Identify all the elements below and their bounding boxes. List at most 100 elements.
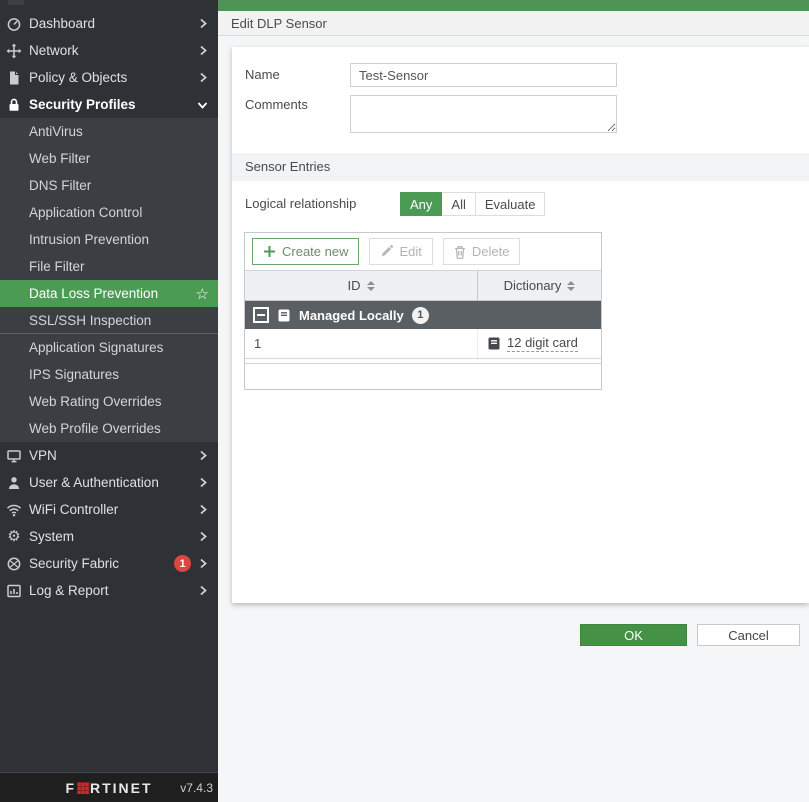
- sidebar-item-wifi-controller[interactable]: WiFi Controller: [0, 496, 218, 523]
- chevron-right-icon: [198, 477, 208, 488]
- group-count-badge: 1: [411, 306, 429, 324]
- table-toolbar: Create new Edit Delete: [245, 233, 601, 270]
- logical-option-evaluate[interactable]: Evaluate: [475, 192, 546, 216]
- edit-button[interactable]: Edit: [369, 238, 433, 265]
- sidebar-item-label: VPN: [29, 448, 57, 463]
- firmware-version: v7.4.3: [180, 780, 213, 795]
- trash-icon: [454, 245, 466, 259]
- sidebar-item-application-signatures[interactable]: Application Signatures: [0, 334, 218, 361]
- sidebar-item-application-control[interactable]: Application Control: [0, 199, 218, 226]
- gear-icon: ⚙: [7, 527, 21, 545]
- sidebar: Dashboard Network Policy & Objects Secur…: [0, 0, 218, 802]
- sidebar-item-label: DNS Filter: [29, 178, 92, 193]
- cell-id: 1: [245, 329, 478, 358]
- fortinet-logo-grid-icon: [77, 781, 89, 794]
- group-row-managed-locally[interactable]: Managed Locally 1: [245, 301, 601, 329]
- chevron-right-icon: [198, 72, 208, 83]
- sidebar-item-label: Intrusion Prevention: [29, 232, 150, 247]
- pencil-icon: [380, 245, 394, 258]
- sidebar-item-ips-signatures[interactable]: IPS Signatures: [0, 361, 218, 388]
- book-icon: [277, 309, 291, 322]
- sidebar-item-label: Data Loss Prevention: [29, 286, 159, 301]
- sidebar-item-log-report[interactable]: Log & Report: [0, 577, 218, 604]
- name-input[interactable]: [350, 63, 617, 87]
- sidebar-item-dns-filter[interactable]: DNS Filter: [0, 172, 218, 199]
- sidebar-item-label: Security Fabric: [29, 556, 120, 571]
- page-header: Edit DLP Sensor: [218, 11, 809, 36]
- sidebar-item-label: Security Profiles: [29, 97, 136, 112]
- sidebar-item-label: Web Filter: [29, 151, 91, 166]
- sidebar-item-security-profiles[interactable]: Security Profiles: [0, 91, 218, 118]
- logical-option-any[interactable]: Any: [400, 192, 443, 216]
- column-header-id[interactable]: ID: [245, 271, 478, 300]
- sidebar-item-antivirus[interactable]: AntiVirus: [0, 118, 218, 145]
- comments-input[interactable]: [350, 95, 617, 133]
- sidebar-item-user-authentication[interactable]: User & Authentication: [0, 469, 218, 496]
- sidebar-item-ssl-ssh-inspection[interactable]: SSL/SSH Inspection: [0, 307, 218, 334]
- user-icon: [6, 475, 22, 491]
- chevron-right-icon: [198, 504, 208, 515]
- sidebar-item-label: User & Authentication: [29, 475, 159, 490]
- table-empty-row: [245, 363, 601, 389]
- chevron-right-icon: [198, 558, 208, 569]
- move-arrows-icon: [6, 43, 22, 59]
- security-profiles-submenu: AntiVirus Web Filter DNS Filter Applicat…: [0, 118, 218, 442]
- sidebar-item-policy-objects[interactable]: Policy & Objects: [0, 64, 218, 91]
- ok-button[interactable]: OK: [580, 624, 687, 646]
- sidebar-item-file-filter[interactable]: File Filter: [0, 253, 218, 280]
- sidebar-item-system[interactable]: ⚙ System: [0, 523, 218, 550]
- logical-relationship-segmented-control: Any All Evaluate: [400, 192, 546, 216]
- main-content: Edit DLP Sensor Name Comments Sensor Ent…: [218, 0, 809, 802]
- chevron-right-icon: [198, 450, 208, 461]
- sidebar-item-web-filter[interactable]: Web Filter: [0, 145, 218, 172]
- sidebar-item-intrusion-prevention[interactable]: Intrusion Prevention: [0, 226, 218, 253]
- column-header-dictionary[interactable]: Dictionary: [478, 271, 601, 300]
- sidebar-item-label: WiFi Controller: [29, 502, 119, 517]
- sidebar-item-network[interactable]: Network: [0, 37, 218, 64]
- chart-icon: [6, 583, 22, 599]
- chevron-right-icon: [198, 45, 208, 56]
- sidebar-item-data-loss-prevention[interactable]: Data Loss Prevention ☆: [0, 280, 218, 307]
- cancel-button[interactable]: Cancel: [697, 624, 800, 646]
- sidebar-item-label: Dashboard: [29, 16, 96, 31]
- delete-button[interactable]: Delete: [442, 238, 521, 265]
- dictionary-link[interactable]: 12 digit card: [507, 335, 578, 352]
- collapse-group-icon[interactable]: [253, 307, 269, 323]
- sidebar-item-label: AntiVirus: [29, 124, 83, 139]
- plus-icon: [263, 245, 276, 258]
- sensor-entries-section-header: Sensor Entries: [232, 153, 809, 181]
- chevron-right-icon: [198, 585, 208, 596]
- sidebar-item-web-rating-overrides[interactable]: Web Rating Overrides: [0, 388, 218, 415]
- top-accent-bar: [218, 0, 809, 11]
- name-label: Name: [245, 67, 280, 82]
- cell-dictionary: 12 digit card: [478, 329, 601, 358]
- logical-relationship-label: Logical relationship: [245, 196, 357, 211]
- sidebar-item-label: Web Rating Overrides: [29, 394, 162, 409]
- sidebar-item-label: File Filter: [29, 259, 85, 274]
- table-row[interactable]: 1 12 digit card: [245, 329, 601, 359]
- star-icon[interactable]: ☆: [196, 285, 209, 303]
- notification-badge: 1: [174, 555, 191, 572]
- gauge-icon: [6, 16, 22, 32]
- page-title: Edit DLP Sensor: [231, 16, 327, 31]
- sidebar-item-dashboard[interactable]: Dashboard: [0, 10, 218, 37]
- document-icon: [6, 70, 22, 86]
- chevron-down-icon: [197, 100, 208, 110]
- sidebar-item-label: Network: [29, 43, 79, 58]
- sidebar-item-label: System: [29, 529, 75, 544]
- sidebar-item-web-profile-overrides[interactable]: Web Profile Overrides: [0, 415, 218, 442]
- logical-option-all[interactable]: All: [442, 192, 476, 216]
- create-new-button[interactable]: Create new: [252, 238, 360, 265]
- sidebar-item-vpn[interactable]: VPN: [0, 442, 218, 469]
- wifi-icon: [6, 502, 22, 518]
- book-icon: [487, 337, 501, 350]
- fabric-icon: [6, 556, 22, 572]
- sidebar-item-label: IPS Signatures: [29, 367, 120, 382]
- fortinet-logo: F RTINET: [65, 779, 153, 796]
- sidebar-item-label: Application Signatures: [29, 340, 164, 355]
- sort-icon: [567, 280, 576, 291]
- sidebar-item-security-fabric[interactable]: Security Fabric 1: [0, 550, 218, 577]
- chevron-right-icon: [198, 18, 208, 29]
- sidebar-item-label: Policy & Objects: [29, 70, 128, 85]
- sort-icon: [366, 280, 375, 291]
